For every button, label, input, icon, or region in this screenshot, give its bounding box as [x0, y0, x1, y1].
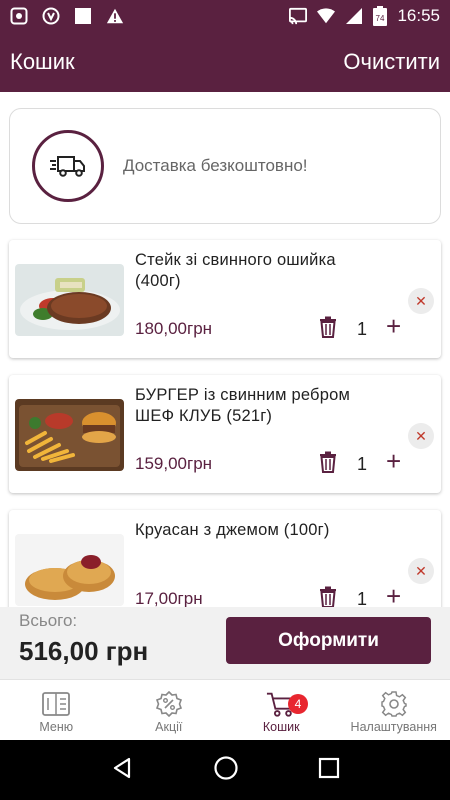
wifi-icon	[317, 7, 336, 25]
item-price: 159,00грн	[135, 454, 213, 473]
discount-icon	[154, 691, 184, 717]
nav-label: Акції	[155, 720, 183, 734]
item-quantity: 1	[357, 454, 368, 474]
cart-item: Стейк зі свинного ошийка (400г) 180,00гр…	[9, 240, 441, 358]
remove-item-button[interactable]: ✕	[408, 288, 434, 314]
delivery-text: Доставка безкоштовно!	[123, 156, 308, 175]
trash-icon[interactable]	[318, 316, 338, 338]
warning-icon	[106, 7, 124, 25]
gear-icon	[379, 691, 409, 717]
total-label: Всього:	[19, 611, 78, 630]
cart-item: БУРГЕР із свинним ребром ШЕФ КЛУБ (521г)…	[9, 375, 441, 493]
item-quantity: 1	[357, 319, 368, 339]
item-name: Стейк зі свинного ошийка (400г)	[135, 251, 336, 290]
home-icon[interactable]	[213, 755, 239, 786]
increase-quantity-button[interactable]: +	[386, 313, 401, 339]
menu-book-icon	[41, 691, 71, 717]
order-summary: Всього: 516,00 грн Оформити	[0, 607, 450, 679]
back-icon[interactable]	[110, 756, 134, 785]
screen-record-icon	[10, 7, 28, 25]
clock: 16:55	[397, 6, 440, 25]
nav-item-promotions[interactable]: Акції	[113, 680, 226, 740]
trash-icon[interactable]	[318, 451, 338, 473]
cart-count-badge: 4	[288, 694, 308, 714]
item-quantity: 1	[357, 589, 368, 607]
increase-quantity-button[interactable]: +	[386, 448, 401, 474]
shield-icon	[42, 7, 60, 25]
cast-icon	[289, 7, 308, 25]
nav-item-cart[interactable]: 4 Кошик	[225, 680, 338, 740]
signal-icon	[345, 7, 363, 25]
trash-icon[interactable]	[318, 586, 338, 607]
clear-cart-button[interactable]: Очистити	[343, 49, 440, 75]
remove-item-button[interactable]: ✕	[408, 558, 434, 584]
app-bar: Кошик Очистити	[0, 32, 450, 92]
recents-icon[interactable]	[318, 757, 340, 784]
cart-item: Круасан з джемом (100г) 17,00грн 1 + ✕	[9, 510, 441, 607]
nav-label: Меню	[39, 720, 74, 734]
increase-quantity-button[interactable]: +	[386, 583, 401, 607]
square-icon	[74, 7, 92, 25]
delivery-banner: Доставка безкоштовно!	[9, 108, 441, 224]
nav-label: Налаштування	[350, 720, 437, 734]
nav-item-menu[interactable]: Меню	[0, 680, 113, 740]
system-nav-bar	[0, 740, 450, 800]
bottom-nav: Меню Акції 4 Кошик Налаштування	[0, 679, 450, 740]
cart-content[interactable]: Доставка безкоштовно! Стейк зі свинного …	[0, 92, 450, 607]
nav-label: Кошик	[262, 720, 300, 734]
nav-item-settings[interactable]: Налаштування	[338, 680, 450, 740]
burger-photo	[15, 399, 124, 471]
checkout-button[interactable]: Оформити	[226, 617, 431, 664]
item-name: БУРГЕР із свинним ребром ШЕФ КЛУБ (521г)	[135, 386, 350, 425]
total-value: 516,00 грн	[19, 636, 149, 666]
croissant-photo	[15, 534, 124, 606]
battery-icon: 74	[373, 6, 388, 26]
svg-text:74: 74	[376, 14, 385, 23]
truck-icon	[32, 130, 104, 202]
page-title: Кошик	[10, 49, 75, 74]
remove-item-button[interactable]: ✕	[408, 423, 434, 449]
item-price: 180,00грн	[135, 319, 213, 338]
status-bar: 74 16:55	[0, 0, 450, 32]
item-price: 17,00грн	[135, 589, 203, 607]
steak-photo	[15, 264, 124, 336]
item-name: Круасан з джемом (100г)	[135, 521, 330, 539]
